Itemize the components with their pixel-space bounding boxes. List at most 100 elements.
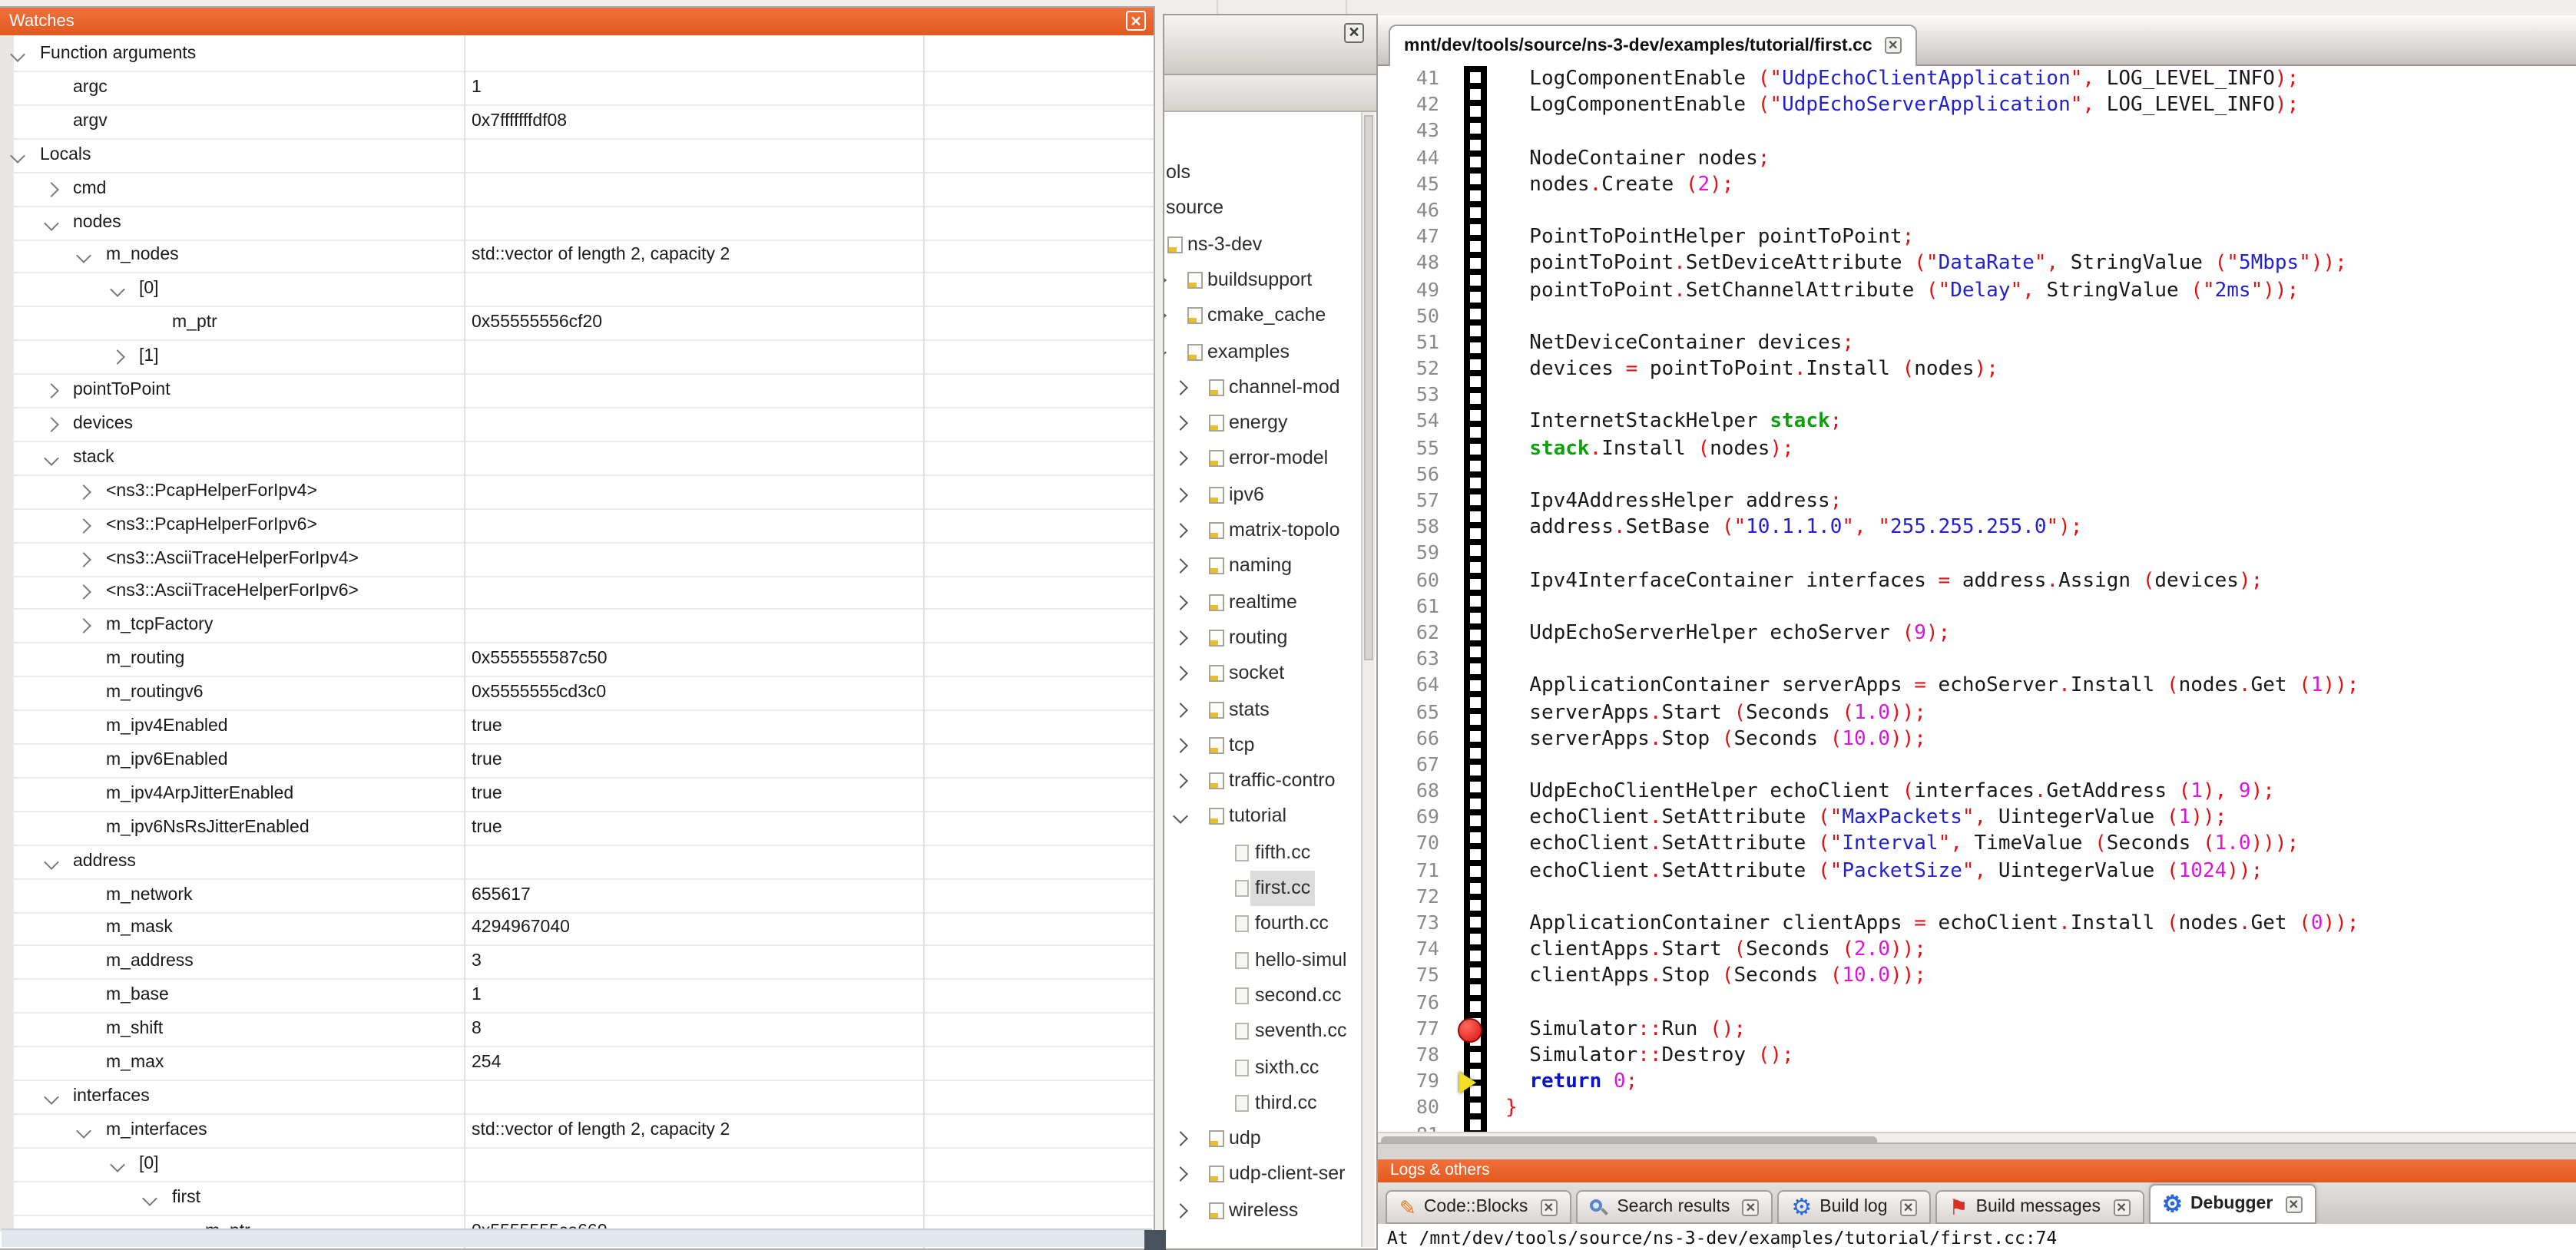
breakpoint-icon[interactable] bbox=[1458, 1017, 1482, 1042]
code-line-42[interactable]: 42 LogComponentEnable ("UdpEchoServerApp… bbox=[1378, 91, 2576, 117]
code-line-78[interactable]: 78 Simulator::Destroy (); bbox=[1378, 1041, 2576, 1067]
line-number[interactable]: 52 bbox=[1378, 355, 1452, 381]
watch-row[interactable]: m_routing0x555555587c50 bbox=[0, 643, 1154, 677]
chevron-right-icon[interactable] bbox=[1173, 594, 1188, 610]
watch-row[interactable]: m_mask4294967040 bbox=[0, 913, 1154, 947]
tree-vertical-scrollbar[interactable] bbox=[1361, 112, 1375, 1247]
tree-item-udp-client-ser[interactable]: udp-client-ser bbox=[1164, 1157, 1376, 1192]
tree-item-matrix-topolo[interactable]: matrix-topolo bbox=[1164, 513, 1376, 548]
watch-row[interactable]: m_tcpFactory bbox=[0, 610, 1154, 644]
watch-row[interactable]: m_address3 bbox=[0, 947, 1154, 980]
line-number[interactable]: 76 bbox=[1378, 988, 1452, 1014]
chevron-right-icon[interactable] bbox=[109, 349, 124, 365]
chevron-right-icon[interactable] bbox=[1173, 451, 1188, 467]
code-line-67[interactable]: 67 bbox=[1378, 751, 2576, 777]
watch-row[interactable]: nodes bbox=[0, 207, 1154, 240]
code-line-59[interactable]: 59 bbox=[1378, 540, 2576, 566]
chevron-right-icon[interactable] bbox=[1173, 1167, 1188, 1182]
code-line-62[interactable]: 62 UdpEchoServerHelper echoServer (9); bbox=[1378, 619, 2576, 645]
code-line-81[interactable]: 81 bbox=[1378, 1120, 2576, 1132]
watch-row[interactable]: m_nodesstd::vector of length 2, capacity… bbox=[0, 240, 1154, 274]
chevron-right-icon[interactable] bbox=[43, 181, 58, 197]
logs-tab-code-blocks[interactable]: ✎Code::Blocks✕ bbox=[1386, 1190, 1571, 1224]
watch-row[interactable]: m_base1 bbox=[0, 980, 1154, 1014]
code-line-53[interactable]: 53 bbox=[1378, 382, 2576, 408]
code-line-80[interactable]: 80} bbox=[1378, 1094, 2576, 1120]
close-icon[interactable]: ✕ bbox=[1126, 11, 1146, 31]
line-number[interactable]: 73 bbox=[1378, 909, 1452, 935]
chevron-right-icon[interactable] bbox=[1164, 273, 1167, 288]
code-line-71[interactable]: 71 echoClient.SetAttribute ("PacketSize"… bbox=[1378, 856, 2576, 882]
code-line-47[interactable]: 47 PointToPointHelper pointToPoint; bbox=[1378, 223, 2576, 249]
line-number[interactable]: 57 bbox=[1378, 487, 1452, 513]
column-divider[interactable] bbox=[923, 35, 925, 1248]
chevron-right-icon[interactable] bbox=[1164, 308, 1167, 323]
close-icon[interactable]: ✕ bbox=[2285, 1195, 2302, 1212]
line-number[interactable]: 47 bbox=[1378, 223, 1452, 249]
line-number[interactable]: 67 bbox=[1378, 751, 1452, 777]
watch-row[interactable]: <ns3::AsciiTraceHelperForIpv6> bbox=[0, 577, 1154, 610]
watch-row[interactable]: [0] bbox=[0, 1148, 1154, 1182]
line-number[interactable]: 70 bbox=[1378, 830, 1452, 856]
editor-tab-first-cc[interactable]: mnt/dev/tools/source/ns-3-dev/examples/t… bbox=[1389, 25, 1917, 68]
chevron-down-icon[interactable] bbox=[43, 854, 58, 869]
code-line-74[interactable]: 74 clientApps.Start (Seconds (2.0)); bbox=[1378, 935, 2576, 961]
tree-item-energy[interactable]: energy bbox=[1164, 405, 1376, 441]
tree-item-buildsupport[interactable]: buildsupport bbox=[1164, 263, 1376, 298]
breakpoint-margin[interactable] bbox=[1464, 66, 1487, 1132]
chevron-right-icon[interactable] bbox=[1173, 1131, 1188, 1146]
chevron-down-icon[interactable] bbox=[1173, 809, 1188, 825]
code-line-63[interactable]: 63 bbox=[1378, 645, 2576, 671]
tree-item-third-cc[interactable]: third.cc bbox=[1164, 1086, 1376, 1121]
pane-divider[interactable] bbox=[1378, 1143, 2576, 1159]
watch-row[interactable]: Function arguments bbox=[0, 38, 1154, 72]
line-number[interactable]: 45 bbox=[1378, 170, 1452, 197]
chevron-right-icon[interactable] bbox=[1173, 1202, 1188, 1218]
tree-item-traffic-contro[interactable]: traffic-contro bbox=[1164, 763, 1376, 799]
logs-tab-search-results[interactable]: Search results✕ bbox=[1575, 1190, 1773, 1224]
code-line-52[interactable]: 52 devices = pointToPoint.Install (nodes… bbox=[1378, 355, 2576, 381]
line-number[interactable]: 46 bbox=[1378, 197, 1452, 223]
watch-row[interactable]: stack bbox=[0, 442, 1154, 476]
code-line-68[interactable]: 68 UdpEchoClientHelper echoClient (inter… bbox=[1378, 777, 2576, 803]
chevron-right-icon[interactable] bbox=[43, 383, 58, 398]
line-number[interactable]: 58 bbox=[1378, 513, 1452, 539]
close-icon[interactable]: ✕ bbox=[1344, 23, 1364, 43]
code-line-60[interactable]: 60 Ipv4InterfaceContainer interfaces = a… bbox=[1378, 566, 2576, 592]
watch-row[interactable]: address bbox=[0, 845, 1154, 879]
watch-row[interactable]: interfaces bbox=[0, 1081, 1154, 1115]
code-line-65[interactable]: 65 serverApps.Start (Seconds (1.0)); bbox=[1378, 698, 2576, 724]
code-line-46[interactable]: 46 bbox=[1378, 197, 2576, 223]
tree-item-routing[interactable]: routing bbox=[1164, 620, 1376, 656]
line-number[interactable]: 44 bbox=[1378, 144, 1452, 170]
chevron-right-icon[interactable] bbox=[76, 619, 91, 634]
watch-row[interactable]: pointToPoint bbox=[0, 375, 1154, 408]
watch-row[interactable]: <ns3::PcapHelperForIpv6> bbox=[0, 509, 1154, 543]
watch-row[interactable]: m_ipv6NsRsJitterEnabledtrue bbox=[0, 812, 1154, 845]
code-line-51[interactable]: 51 NetDeviceContainer devices; bbox=[1378, 329, 2576, 355]
code-line-69[interactable]: 69 echoClient.SetAttribute ("MaxPackets"… bbox=[1378, 804, 2576, 830]
line-number[interactable]: 75 bbox=[1378, 962, 1452, 988]
line-number[interactable]: 53 bbox=[1378, 382, 1452, 408]
chevron-down-icon[interactable] bbox=[76, 249, 91, 264]
chevron-down-icon[interactable] bbox=[109, 283, 124, 298]
tree-item-cmake-cache[interactable]: cmake_cache bbox=[1164, 298, 1376, 333]
line-number[interactable]: 56 bbox=[1378, 461, 1452, 487]
code-line-61[interactable]: 61 bbox=[1378, 593, 2576, 619]
line-number[interactable]: 81 bbox=[1378, 1120, 1452, 1132]
chevron-right-icon[interactable] bbox=[1173, 523, 1188, 538]
line-number[interactable]: 68 bbox=[1378, 777, 1452, 803]
scrollbar-thumb[interactable] bbox=[1364, 115, 1373, 660]
code-line-73[interactable]: 73 ApplicationContainer clientApps = ech… bbox=[1378, 909, 2576, 935]
line-number[interactable]: 69 bbox=[1378, 804, 1452, 830]
tree-item-hello-simul[interactable]: hello-simul bbox=[1164, 942, 1376, 977]
chevron-down-icon[interactable] bbox=[76, 1123, 91, 1139]
watch-row[interactable]: [0] bbox=[0, 274, 1154, 308]
tree-item-naming[interactable]: naming bbox=[1164, 549, 1376, 584]
logs-tab-build-messages[interactable]: ⚑Build messages✕ bbox=[1935, 1190, 2144, 1224]
watch-row[interactable]: m_max254 bbox=[0, 1047, 1154, 1081]
code-line-45[interactable]: 45 nodes.Create (2); bbox=[1378, 170, 2576, 197]
tree-item-tcp[interactable]: tcp bbox=[1164, 728, 1376, 763]
code-line-66[interactable]: 66 serverApps.Stop (Seconds (10.0)); bbox=[1378, 724, 2576, 750]
code-line-43[interactable]: 43 bbox=[1378, 117, 2576, 144]
